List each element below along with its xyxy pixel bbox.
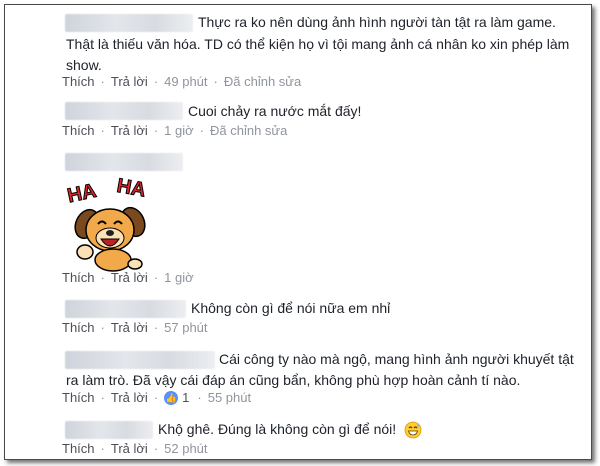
- redacted-username: [65, 300, 186, 318]
- comment-thread: Thực ra ko nên dùng ảnh hình người tàn t…: [4, 4, 592, 460]
- comment-actions: Thích · Trả lời · 1 giờ: [62, 270, 194, 285]
- comment-text-line: Thực ra ko nên dùng ảnh hình người tàn t…: [198, 14, 556, 30]
- like-thumb-icon[interactable]: 👍: [164, 390, 179, 405]
- like-count[interactable]: 1: [182, 390, 189, 405]
- like-link[interactable]: Thích: [62, 74, 95, 89]
- comment-text-line: show.: [66, 57, 102, 73]
- haha-dog-sticker[interactable]: HA HA: [65, 172, 155, 272]
- like-link[interactable]: Thích: [62, 390, 95, 405]
- reply-link[interactable]: Trả lời: [111, 123, 148, 138]
- reply-link[interactable]: Trả lời: [111, 441, 148, 456]
- reply-link[interactable]: Trả lời: [111, 270, 148, 285]
- redacted-username: [65, 102, 183, 120]
- timestamp[interactable]: 52 phút: [164, 441, 207, 456]
- timestamp[interactable]: 49 phút: [164, 74, 207, 89]
- comment-text-line: Khộ ghê. Đúng là không còn gì để nói!: [158, 418, 422, 440]
- timestamp[interactable]: 57 phút: [164, 320, 207, 335]
- grinning-sweat-emoji: [404, 421, 422, 439]
- like-link[interactable]: Thích: [62, 270, 95, 285]
- redacted-username: [65, 421, 153, 439]
- timestamp[interactable]: 55 phút: [208, 390, 251, 405]
- like-link[interactable]: Thích: [62, 320, 95, 335]
- reply-link[interactable]: Trả lời: [111, 320, 148, 335]
- comment-text-line: Không còn gì để nói nữa em nhỉ: [191, 300, 391, 316]
- redacted-username: [65, 351, 215, 369]
- edited-label[interactable]: Đã chỉnh sửa: [224, 74, 301, 89]
- sticker-letters: HA: [65, 180, 98, 208]
- like-link[interactable]: Thích: [62, 123, 95, 138]
- comment-actions: Thích · Trả lời · 1 giờ · Đã chỉnh sửa: [62, 123, 288, 138]
- comment-actions: Thích · Trả lời · 57 phút: [62, 320, 208, 335]
- timestamp[interactable]: 1 giờ: [164, 270, 194, 285]
- comment-text-line: Cuoi chảy ra nước mắt đấy!: [188, 103, 362, 119]
- comment-text: Khộ ghê. Đúng là không còn gì để nói!: [158, 421, 397, 437]
- like-link[interactable]: Thích: [62, 441, 95, 456]
- timestamp[interactable]: 1 giờ: [164, 123, 194, 138]
- sticker-letters: HA: [115, 175, 147, 202]
- reply-link[interactable]: Trả lời: [111, 74, 148, 89]
- comment-actions: Thích · Trả lời · 49 phút · Đã chỉnh sửa: [62, 74, 302, 89]
- comment-text-line: ra làm trò. Đã vậy cái đáp án cũng bẩn, …: [66, 372, 521, 388]
- comment-actions: Thích · Trả lời · 👍 1 · 55 phút: [62, 390, 252, 405]
- reply-link[interactable]: Trả lời: [111, 390, 148, 405]
- comment-text-line: Cái công ty nào mà ngộ, mang hình ảnh ng…: [219, 351, 574, 367]
- comment-actions: Thích · Trả lời · 52 phút: [62, 441, 208, 456]
- redacted-username: [65, 153, 183, 171]
- comment-text-line: Thật là thiếu văn hóa. TD có thể kiện họ…: [66, 36, 570, 52]
- edited-label[interactable]: Đã chỉnh sửa: [210, 123, 287, 138]
- redacted-username: [65, 14, 193, 32]
